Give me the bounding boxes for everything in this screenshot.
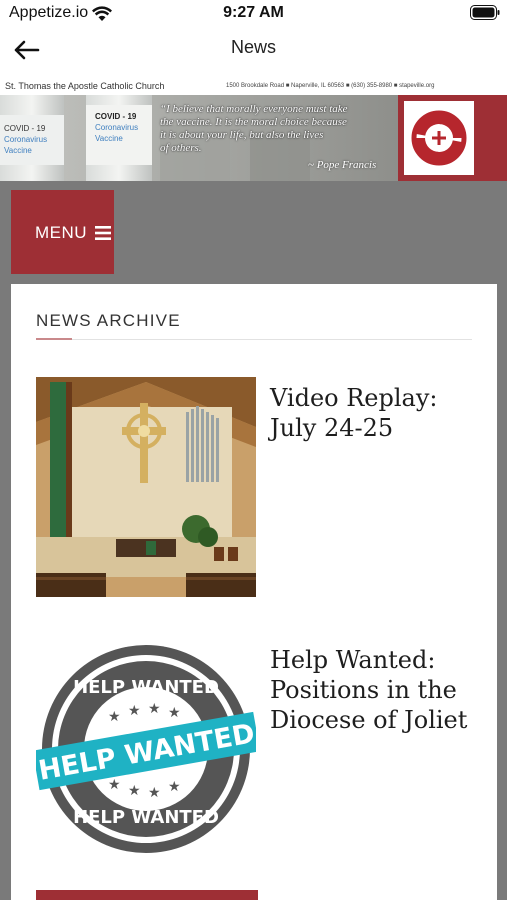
church-address: 1500 Brookdale Road ■ Naperville, IL 605… — [226, 83, 435, 89]
logo-tile — [404, 101, 474, 175]
status-time: 9:27 AM — [223, 4, 284, 21]
banner-quote: “I believe that morally everyone must ta… — [160, 103, 390, 155]
battery-icon — [470, 5, 500, 20]
svg-text:★: ★ — [128, 783, 141, 799]
menu-button[interactable]: MENU — [11, 190, 114, 274]
church-interior-image-art — [36, 377, 256, 597]
hamburger-icon — [95, 226, 111, 240]
church-swirl-logo-icon — [411, 110, 467, 166]
svg-text:★: ★ — [148, 701, 161, 717]
help-wanted-stamp-image[interactable]: HELP WANTED HELP WANTED ★ ★ ★ ★ ★ ★ ★ ★ HELP W… — [36, 639, 256, 859]
news-item[interactable]: Video Replay: July 24-25 — [36, 377, 476, 598]
svg-text:★: ★ — [168, 705, 181, 721]
svg-text:★: ★ — [108, 709, 121, 725]
stamp-ring-top: HELP WANTED — [73, 677, 219, 698]
church-interior-image[interactable] — [36, 377, 256, 597]
church-name: St. Thomas the Apostle Catholic Church — [5, 81, 165, 91]
vial-label-line: Coronavirus — [95, 123, 139, 132]
quote-line: the vaccine. It is the moral choice beca… — [160, 116, 347, 128]
status-bar: Appetize.io 9:27 AM — [0, 0, 507, 28]
quote-line: it is about your life, but also the live… — [160, 129, 324, 141]
vial-label-line: COVID - 19 — [4, 124, 46, 133]
news-item[interactable]: HELP WANTED HELP WANTED ★ ★ ★ ★ ★ ★ ★ ★ HELP W… — [36, 639, 476, 858]
vial-1-label: COVID - 19 Coronavirus Vaccine — [4, 123, 64, 156]
covid-banner[interactable]: COVID - 19 Coronavirus Vaccine COVID - 1… — [0, 95, 507, 181]
church-logo — [398, 95, 507, 181]
vial-label-line: Vaccine — [95, 134, 123, 143]
stamp-ring-bottom: HELP WANTED — [73, 807, 219, 828]
vial-label-line: Coronavirus — [4, 135, 48, 144]
section-accent-bar — [36, 338, 72, 340]
section-divider — [36, 339, 472, 340]
section-title: NEWS ARCHIVE — [36, 311, 181, 330]
vial-label-line: COVID - 19 — [95, 112, 137, 121]
svg-text:★: ★ — [108, 777, 121, 793]
quote-line: “I believe that morally everyone must ta… — [160, 103, 348, 115]
news-archive-card: NEWS ARCHIVE Video Replay: July 24-25 HE… — [11, 284, 497, 900]
vial-2-label: COVID - 19 Coronavirus Vaccine — [95, 111, 155, 144]
page-title: News — [230, 37, 276, 57]
next-item-preview[interactable] — [36, 890, 258, 900]
menu-label: MENU — [35, 223, 88, 242]
church-header: St. Thomas the Apostle Catholic Church 1… — [0, 79, 507, 95]
help-wanted-stamp-art: HELP WANTED HELP WANTED ★ ★ ★ ★ ★ ★ ★ ★ HELP W… — [36, 639, 256, 858]
svg-text:★: ★ — [168, 779, 181, 795]
article-title[interactable]: Video Replay: July 24-25 — [270, 383, 476, 443]
svg-text:★: ★ — [148, 785, 161, 801]
article-title[interactable]: Help Wanted: Positions in the Diocese of… — [270, 645, 476, 735]
nav-bar: News — [0, 28, 507, 72]
svg-text:★: ★ — [128, 703, 141, 719]
quote-attribution: ~ Pope Francis — [308, 159, 377, 171]
quote-line: of others. — [160, 142, 202, 154]
vial-label-line: Vaccine — [4, 146, 32, 155]
